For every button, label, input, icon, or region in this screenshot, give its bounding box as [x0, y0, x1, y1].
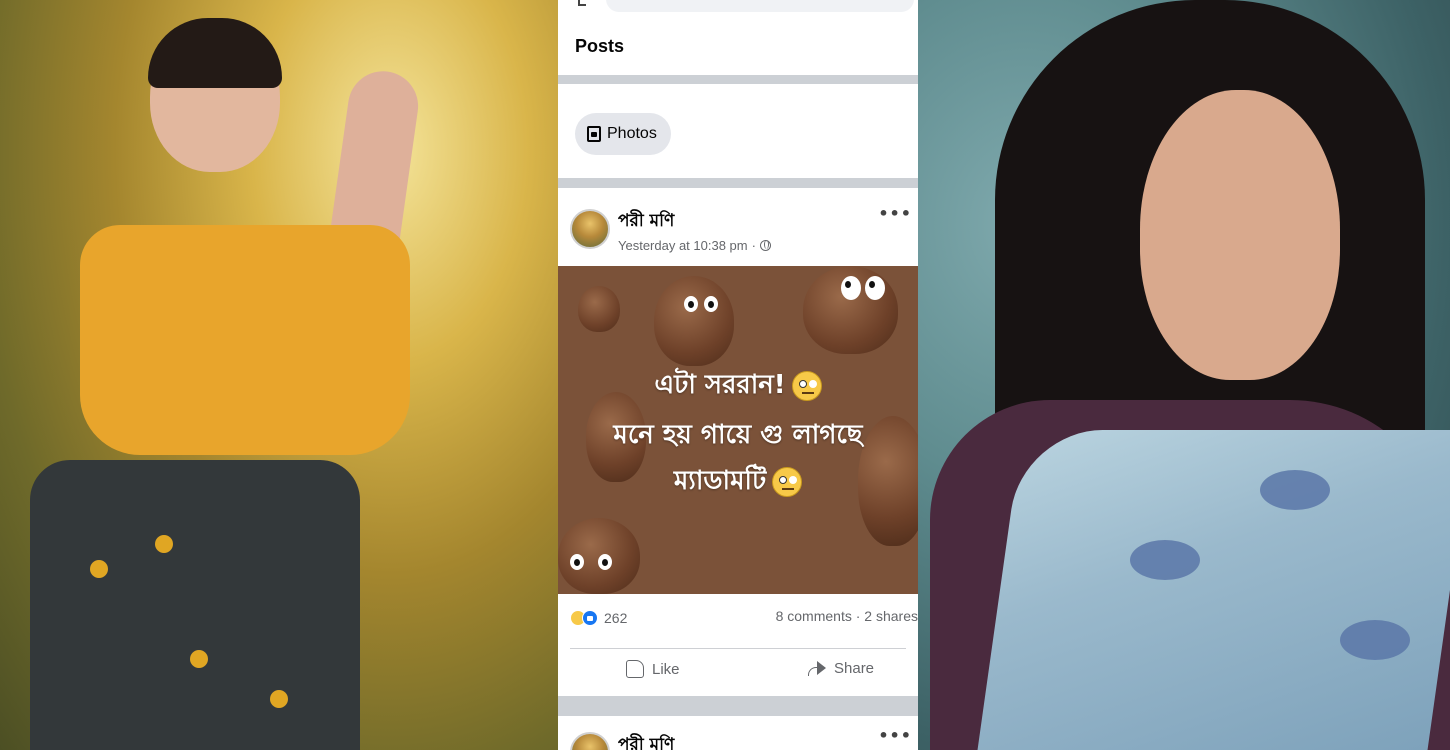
comments-count[interactable]: 8 comments	[776, 608, 852, 624]
post-image[interactable]: এটা সররান! মনে হয় গায়ে গু লাগছে ম্যাডা…	[558, 266, 918, 594]
more-options-icon[interactable]: •••	[878, 726, 912, 745]
thumbs-up-icon	[626, 660, 644, 678]
post-image-text-line3: ম্যাডামটি	[558, 460, 918, 504]
divider	[570, 648, 906, 649]
phone-screenshot: Posts Photos পরী মণি Yesterday at 10:38 …	[558, 0, 918, 750]
header-card: Posts	[558, 0, 918, 75]
share-button[interactable]: Share	[808, 660, 874, 677]
right-photo-saree	[977, 430, 1450, 750]
poop-eye	[684, 296, 698, 312]
reactions-summary[interactable]: 262	[570, 610, 627, 626]
reactions-count: 262	[604, 610, 628, 626]
engagement-separator: ·	[855, 608, 865, 624]
poop-eye	[570, 554, 584, 570]
left-photo-dot	[90, 560, 108, 578]
left-photo-dot	[270, 690, 288, 708]
like-button[interactable]: Like	[626, 660, 680, 678]
shares-count[interactable]: 2 shares	[864, 608, 918, 624]
avatar[interactable]	[570, 732, 610, 750]
image-text-line1: এটা সররান!	[654, 370, 786, 400]
poop-eye	[841, 276, 861, 300]
section-title: Posts	[575, 36, 625, 56]
poop-eye	[598, 554, 612, 570]
right-photo-flower	[1260, 470, 1330, 510]
post-card: পরী মণি Yesterday at 10:38 pm · ••• এটা …	[558, 188, 918, 696]
post-author[interactable]: পরী মণি	[618, 208, 674, 236]
right-photo-face	[1140, 90, 1340, 380]
more-options-icon[interactable]: •••	[878, 204, 912, 223]
left-photo-top	[80, 225, 410, 455]
image-text-line3: ম্যাডামটি	[673, 466, 767, 496]
poop-emoji-decoration	[803, 266, 898, 354]
share-label: Share	[834, 660, 875, 677]
photos-chip-label: Photos	[607, 125, 657, 142]
photos-icon	[587, 126, 601, 142]
eye-roll-emoji-icon	[772, 466, 803, 497]
left-photo-dot	[155, 535, 173, 553]
left-photo	[0, 0, 558, 750]
photos-chip-button[interactable]: Photos	[575, 113, 671, 155]
like-reaction-icon	[582, 610, 598, 626]
post-timestamp[interactable]: Yesterday at 10:38 pm	[618, 238, 748, 253]
next-post-card: পরী মণি •••	[558, 716, 918, 750]
poop-eye	[704, 296, 718, 312]
photos-filter-card: Photos	[558, 84, 918, 178]
poop-emoji-decoration	[558, 518, 640, 594]
share-icon	[808, 660, 826, 677]
poop-eye	[865, 276, 885, 300]
globe-icon	[759, 240, 771, 251]
next-post-author[interactable]: পরী মণি	[618, 732, 674, 750]
back-arrow-icon[interactable]	[578, 0, 586, 6]
left-photo-hair	[148, 18, 282, 88]
meta-separator: ·	[751, 238, 756, 253]
poop-emoji-decoration	[578, 286, 620, 332]
like-label: Like	[652, 660, 680, 678]
right-photo-flower	[1340, 620, 1410, 660]
poop-emoji-decoration	[654, 276, 734, 366]
right-photo-flower	[1130, 540, 1200, 580]
engagement-stats: 8 comments · 2 shares	[776, 608, 918, 624]
eye-roll-emoji-icon	[791, 370, 822, 401]
left-photo-skirt	[30, 460, 360, 750]
post-image-text-line1: এটা সররান!	[558, 364, 918, 408]
post-image-text-line2: মনে হয় গায়ে গু লাগছে	[613, 420, 863, 450]
search-input[interactable]	[606, 0, 914, 12]
avatar[interactable]	[570, 209, 610, 249]
post-meta: Yesterday at 10:38 pm ·	[618, 238, 771, 253]
left-photo-dot	[190, 650, 208, 668]
